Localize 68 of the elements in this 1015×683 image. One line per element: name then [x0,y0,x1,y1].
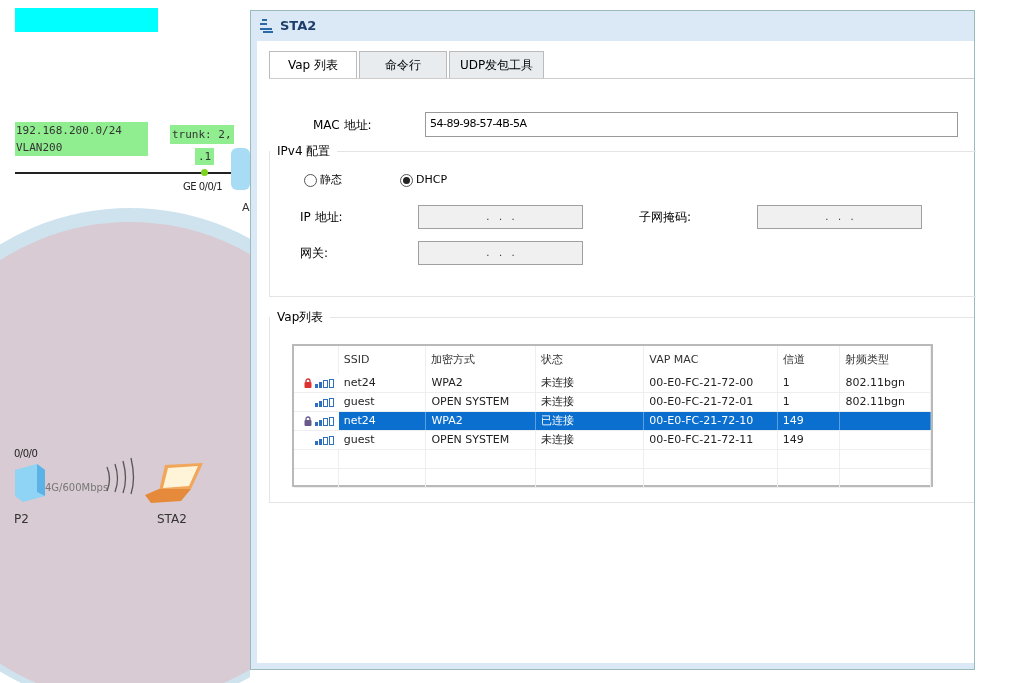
table-cell: 802.11bgn [840,374,931,392]
table-cell: guest [338,431,427,449]
signal-icon [314,378,337,388]
subnet-mask-field[interactable]: . . . [757,204,922,229]
table-cell: 1 [777,393,841,411]
table-cell: 未连接 [535,393,645,411]
tab[interactable]: 命令行 [359,51,447,78]
table-cell: 00-E0-FC-21-72-11 [644,431,778,449]
radio-label: 静态 [320,172,342,188]
table-cell: 未连接 [535,431,645,449]
table-row[interactable]: guest OPEN SYSTEM 未连接 00-E0-FC-21-72-11 149 [294,431,931,450]
switch-label: A [242,200,250,216]
table-row[interactable]: net24 WPA2 已连接 00-E0-FC-21-72-10 149 [294,412,931,431]
ap-label: P2 [14,511,29,528]
signal-icon [314,416,337,426]
signal-icon [314,435,337,445]
table-cell: 已连接 [535,412,645,430]
port-label: 0/0/0 [14,447,38,461]
table-cell: WPA2 [426,374,536,392]
panel-title: IPv4 配置 [270,142,338,160]
port-label: GE 0/0/1 [183,180,223,194]
table-cell: 00-E0-FC-21-72-00 [644,374,778,392]
radio-button[interactable] [304,173,317,187]
radio-label: DHCP [416,172,448,188]
ip-label: .1 [195,148,215,165]
tab[interactable]: UDP发包工具 [449,51,545,78]
gateway-field[interactable]: . . . [418,240,583,265]
table-cell: OPEN SYSTEM [426,431,536,449]
radio-button[interactable] [400,173,413,187]
window-title: STA2 [280,17,317,36]
tab[interactable]: Vap 列表 [269,51,357,78]
ip-address-field[interactable]: . . . [418,204,583,229]
column-header[interactable]: SSID [338,346,427,374]
subnet-label: 192.168.200.0/24 VLAN200 [15,122,148,156]
trunk-label: trunk: 2, [170,125,234,144]
link-label: 4G/600Mbps [45,481,109,495]
station-icon [259,18,275,34]
mac-field[interactable]: 54-89-98-57-4B-5A [425,112,958,137]
panel-title: Vap列表 [270,308,331,326]
column-header[interactable]: 信道 [777,346,841,374]
switch-icon [231,148,250,190]
table-cell: 00-E0-FC-21-72-01 [644,393,778,411]
table-cell: 149 [777,412,841,430]
table-cell: 未连接 [535,374,645,392]
table-cell: OPEN SYSTEM [426,393,536,411]
table-cell: 149 [777,431,841,449]
column-header[interactable]: VAP MAC [644,346,778,374]
column-header[interactable]: 状态 [535,346,645,374]
table-cell: WPA2 [426,412,536,430]
table-cell: guest [338,393,427,411]
column-header[interactable]: 射频类型 [840,346,931,374]
table-cell: 802.11bgn [840,393,931,411]
lock-icon [303,416,312,426]
lock-icon [303,378,312,388]
table-cell: net24 [338,374,427,392]
table-cell: net24 [338,412,427,430]
field-label: 网关: [300,244,330,262]
access-point-icon [15,462,45,502]
station-label: STA2 [157,511,187,528]
column-header[interactable]: 加密方式 [426,346,536,374]
table-cell: 00-E0-FC-21-72-10 [644,412,778,430]
table-cell: 1 [777,374,841,392]
field-label: 子网掩码: [639,208,693,226]
field-label: MAC 地址: [313,116,373,134]
table-row[interactable]: net24 WPA2 未连接 00-E0-FC-21-72-00 1 802.11bgn [294,374,931,393]
field-label: IP 地址: [300,208,344,226]
laptop-icon [145,461,203,505]
signal-icon [314,397,337,407]
